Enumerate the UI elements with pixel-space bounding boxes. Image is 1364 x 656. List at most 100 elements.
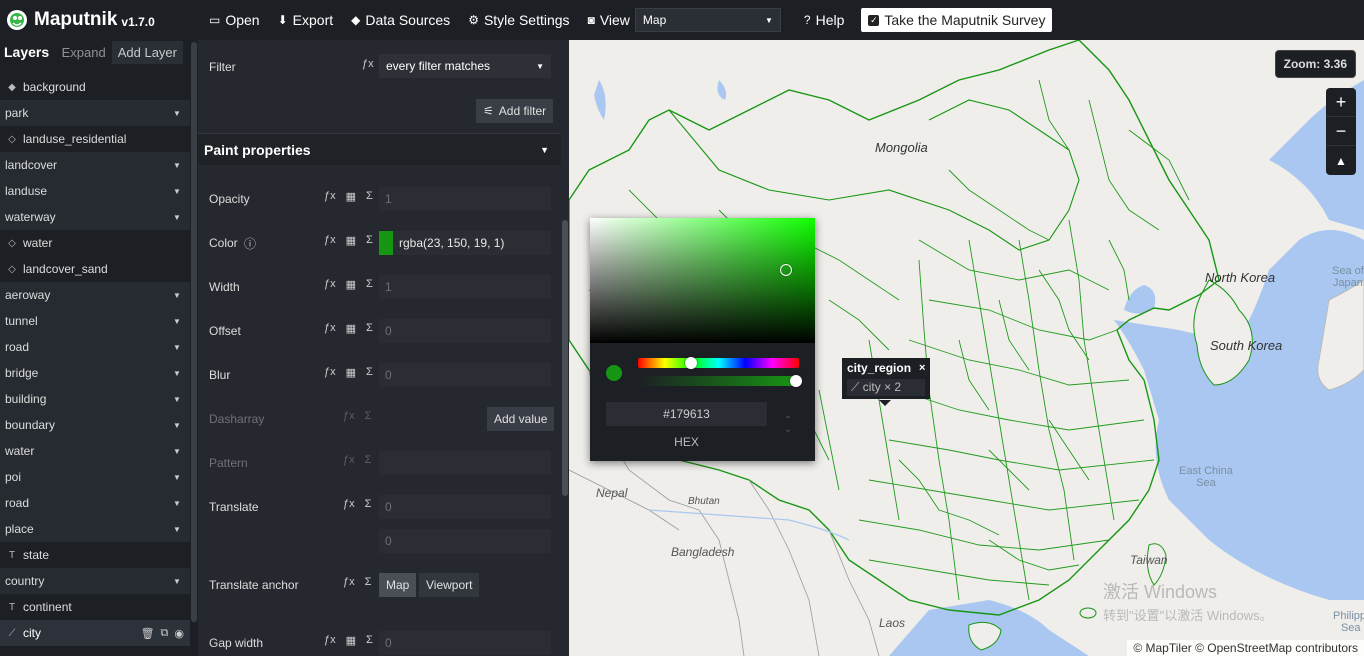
hue-slider-thumb[interactable] bbox=[685, 357, 697, 369]
function-icon[interactable]: ƒx bbox=[324, 234, 336, 247]
style-settings-button[interactable]: ⚙ Style Settings bbox=[459, 0, 578, 40]
chevron-down-icon[interactable]: ▼ bbox=[170, 447, 184, 456]
sigma-icon[interactable]: Σ bbox=[366, 322, 373, 335]
property-input[interactable]: 0 bbox=[379, 363, 551, 387]
layer-list-scrollbar[interactable] bbox=[190, 40, 198, 656]
data-icon[interactable]: ▦ bbox=[346, 190, 356, 203]
zoom-out-button[interactable]: − bbox=[1326, 117, 1356, 146]
chevron-down-icon[interactable]: ▼ bbox=[170, 577, 184, 586]
open-button[interactable]: ▭ Open bbox=[200, 0, 269, 40]
function-icon[interactable]: ƒx bbox=[324, 322, 336, 335]
add-value-button[interactable]: Add value bbox=[487, 407, 555, 431]
alpha-slider-thumb[interactable] bbox=[790, 375, 802, 387]
chevron-down-icon[interactable]: ▼ bbox=[170, 525, 184, 534]
data-icon[interactable]: ▦ bbox=[346, 322, 356, 335]
layer-row[interactable]: ⟋ city 🗑 ⧉ ◉ bbox=[0, 620, 190, 646]
layer-group-row[interactable]: poi ▼ bbox=[0, 464, 190, 490]
sigma-icon[interactable]: Σ bbox=[366, 366, 373, 379]
sigma-icon[interactable]: Σ bbox=[366, 190, 373, 203]
data-sources-button[interactable]: ◆ Data Sources bbox=[342, 0, 459, 40]
function-icon[interactable]: ƒx bbox=[343, 498, 355, 510]
property-input[interactable]: 0 bbox=[379, 495, 551, 519]
layer-group-row[interactable]: building ▼ bbox=[0, 386, 190, 412]
zoom-in-button[interactable]: + bbox=[1326, 88, 1356, 117]
data-icon[interactable]: ▦ bbox=[346, 366, 356, 379]
editor-scrollbar[interactable] bbox=[561, 40, 569, 656]
alpha-slider[interactable] bbox=[638, 376, 799, 386]
layer-group-row[interactable]: bridge ▼ bbox=[0, 360, 190, 386]
function-icon[interactable]: ƒx bbox=[324, 278, 336, 291]
chevron-down-icon[interactable]: ▼ bbox=[170, 109, 184, 118]
anchor-option-map[interactable]: Map bbox=[379, 573, 417, 597]
layer-group-row[interactable]: road ▼ bbox=[0, 490, 190, 516]
add-filter-button[interactable]: ⚟ Add filter bbox=[476, 99, 554, 123]
help-button[interactable]: ? Help bbox=[795, 0, 853, 40]
sigma-icon[interactable]: Σ bbox=[365, 410, 372, 422]
add-layer-button[interactable]: Add Layer bbox=[111, 40, 183, 64]
layer-group-row[interactable]: aeroway ▼ bbox=[0, 282, 190, 308]
layer-row[interactable]: Tcontinent bbox=[0, 594, 190, 620]
layer-group-row[interactable]: waterway ▼ bbox=[0, 204, 190, 230]
data-icon[interactable]: ▦ bbox=[346, 278, 356, 291]
layer-group-row[interactable]: landuse ▼ bbox=[0, 178, 190, 204]
filter-select[interactable]: every filter matches ▼ bbox=[379, 54, 551, 78]
property-input[interactable]: rgba(23, 150, 19, 1) bbox=[379, 231, 551, 255]
data-icon[interactable]: ▦ bbox=[346, 234, 356, 247]
layer-group-row[interactable]: road ▼ bbox=[0, 334, 190, 360]
chevron-down-icon[interactable]: ▼ bbox=[170, 187, 184, 196]
sigma-icon[interactable]: Σ bbox=[365, 454, 372, 466]
layer-group-row[interactable]: place ▼ bbox=[0, 516, 190, 542]
property-input[interactable]: 1 bbox=[379, 187, 551, 211]
saturation-value-area[interactable] bbox=[590, 218, 815, 343]
chevron-down-icon[interactable]: ▼ bbox=[170, 395, 184, 404]
function-icon[interactable]: ƒx bbox=[324, 366, 336, 379]
chevron-down-icon[interactable]: ▼ bbox=[170, 421, 184, 430]
layer-group-row[interactable]: water ▼ bbox=[0, 438, 190, 464]
sigma-icon[interactable]: Σ bbox=[366, 234, 373, 247]
hue-slider[interactable] bbox=[638, 358, 799, 368]
sigma-icon[interactable]: Σ bbox=[365, 576, 372, 588]
close-icon[interactable]: × bbox=[919, 362, 925, 374]
chevron-down-icon[interactable]: ▼ bbox=[170, 213, 184, 222]
sigma-icon[interactable]: Σ bbox=[365, 498, 372, 510]
function-icon[interactable]: ƒx bbox=[343, 576, 355, 588]
layer-group-row[interactable]: country ▼ bbox=[0, 568, 190, 594]
layer-group-row[interactable]: tunnel ▼ bbox=[0, 308, 190, 334]
layer-row[interactable]: ◇ landuse_residential bbox=[0, 126, 190, 152]
map-attribution[interactable]: © MapTiler © OpenStreetMap contributors bbox=[1127, 640, 1364, 656]
property-input[interactable]: 0 bbox=[379, 529, 551, 553]
property-input[interactable]: 0 bbox=[379, 631, 551, 655]
export-button[interactable]: ⬇ Export bbox=[269, 0, 343, 40]
function-icon[interactable]: ƒx bbox=[343, 454, 355, 466]
layer-row[interactable]: ◇ landcover_sand bbox=[0, 256, 190, 282]
property-input[interactable]: 1 bbox=[379, 275, 551, 299]
compass-button[interactable]: ▲ bbox=[1326, 146, 1356, 175]
layer-group-row[interactable]: boundary ▼ bbox=[0, 412, 190, 438]
layer-row[interactable]: ◆ background bbox=[0, 74, 190, 100]
layer-row[interactable]: ◇ water bbox=[0, 230, 190, 256]
property-input[interactable] bbox=[379, 451, 551, 475]
function-icon[interactable]: ƒx bbox=[362, 58, 374, 70]
saturation-cursor[interactable] bbox=[780, 264, 792, 276]
function-icon[interactable]: ƒx bbox=[324, 634, 336, 647]
layer-group-row[interactable]: landcover ▼ bbox=[0, 152, 190, 178]
chevron-down-icon[interactable]: ▼ bbox=[170, 369, 184, 378]
info-icon[interactable]: ⓘ bbox=[244, 235, 256, 252]
color-swatch[interactable] bbox=[379, 231, 393, 255]
chevron-down-icon[interactable]: ▼ bbox=[170, 473, 184, 482]
function-icon[interactable]: ƒx bbox=[343, 410, 355, 422]
trash-icon[interactable]: 🗑 bbox=[141, 627, 155, 640]
chevron-down-icon[interactable]: ▼ bbox=[170, 161, 184, 170]
property-input[interactable]: 0 bbox=[379, 319, 551, 343]
chevron-down-icon[interactable]: ▼ bbox=[170, 291, 184, 300]
copy-icon[interactable]: ⧉ bbox=[161, 627, 169, 640]
view-select[interactable]: Map ▼ bbox=[634, 8, 781, 32]
paint-properties-header[interactable]: Paint properties ▼ bbox=[198, 133, 561, 165]
scrollbar-thumb[interactable] bbox=[191, 42, 197, 622]
anchor-option-viewport[interactable]: Viewport bbox=[419, 573, 480, 597]
survey-button[interactable]: ✓ Take the Maputnik Survey bbox=[861, 8, 1053, 32]
layer-group-row[interactable]: park ▼ bbox=[0, 100, 190, 126]
layer-row[interactable]: Tstate bbox=[0, 542, 190, 568]
expand-button[interactable]: Expand bbox=[56, 41, 112, 64]
function-icon[interactable]: ƒx bbox=[324, 190, 336, 203]
